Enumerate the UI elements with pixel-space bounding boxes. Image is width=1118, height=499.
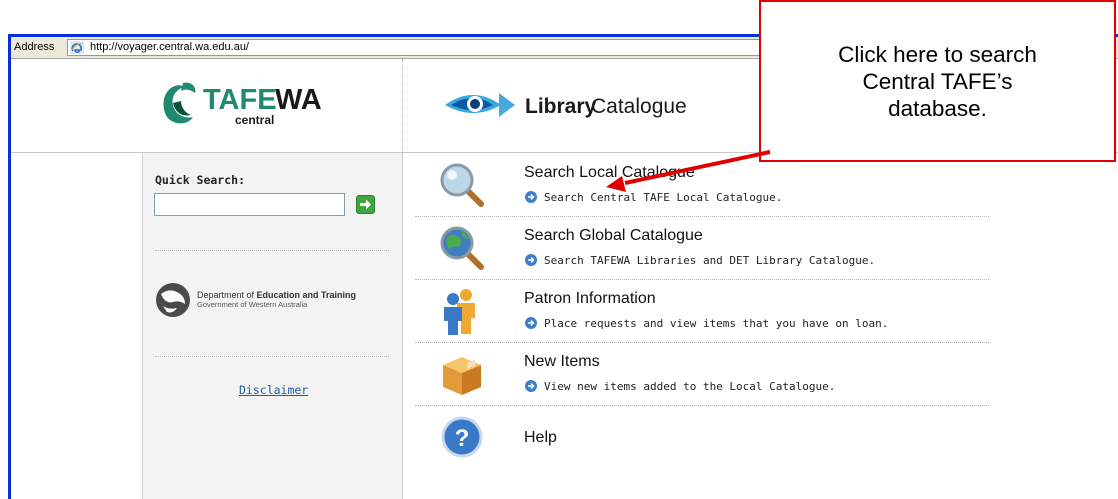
menu-item-patron-information[interactable]: Patron Information Place requests and vi… <box>415 282 995 342</box>
tafe-logo-sub: central <box>235 113 274 127</box>
menu-separator <box>415 216 989 217</box>
menu-description-text: View new items added to the Local Catalo… <box>544 380 836 393</box>
main-divider <box>402 153 403 499</box>
magnifier-icon <box>440 163 484 207</box>
menu-title[interactable]: Patron Information <box>524 290 656 308</box>
address-label: Address <box>14 41 55 53</box>
menu-separator <box>415 342 989 343</box>
quick-search-input[interactable] <box>154 193 345 216</box>
svg-text:?: ? <box>455 425 470 452</box>
library-logo-rest: Catalogue <box>591 95 687 118</box>
circle-arrow-icon <box>525 191 537 203</box>
annotation-callout: Click here to search Central TAFE’s data… <box>759 0 1116 162</box>
menu-item-new-items[interactable]: New Items View new items added to the Lo… <box>415 345 995 405</box>
tafe-logo-accent: WA <box>275 84 322 116</box>
arrow-right-icon <box>360 199 371 210</box>
menu-item-search-local[interactable]: Search Local Catalogue Search Central TA… <box>415 156 995 216</box>
globe-search-icon <box>440 226 484 270</box>
tafe-logo-text: TAFE <box>203 84 277 116</box>
menu-separator <box>415 279 989 280</box>
library-logo-bold: Library <box>525 95 597 118</box>
callout-text: Click here to search Central TAFE’s data… <box>838 41 1037 121</box>
dept-name-prefix: Department of <box>197 290 257 300</box>
sidebar-separator <box>155 356 389 357</box>
ie-icon <box>70 41 84 54</box>
library-catalogue-logo: Library Catalogue <box>445 93 687 118</box>
svg-text:Department of Education and Tr: Department of Education and Training <box>197 290 356 300</box>
circle-arrow-icon <box>525 317 537 329</box>
menu-title[interactable]: Help <box>524 429 557 447</box>
dept-government: Government of Western Australia <box>197 300 308 309</box>
sidebar-separator <box>155 250 389 251</box>
quick-search-go-button[interactable] <box>356 195 375 214</box>
patrons-icon <box>444 289 475 335</box>
quick-search-label: Quick Search: <box>155 173 246 187</box>
disclaimer-link[interactable]: Disclaimer <box>239 383 308 397</box>
menu-title[interactable]: Search Local Catalogue <box>524 164 695 182</box>
menu-separator <box>415 405 989 406</box>
sidebar: Quick Search: Department of Education an… <box>143 153 402 499</box>
menu-description-text: Search Central TAFE Local Catalogue. <box>544 191 783 204</box>
menu-description-text: Place requests and view items that you h… <box>544 317 889 330</box>
help-icon: ? <box>441 416 483 458</box>
department-logo: Department of Education and Training Gov… <box>156 283 356 317</box>
menu-title[interactable]: New Items <box>524 353 600 371</box>
circle-arrow-icon <box>525 380 537 392</box>
address-url: http://voyager.central.wa.edu.au/ <box>90 41 249 53</box>
circle-arrow-icon <box>525 254 537 266</box>
screenshot: Address http://voyager.central.wa.edu.au… <box>0 0 1118 499</box>
box-icon <box>443 357 481 395</box>
menu-description-text: Search TAFEWA Libraries and DET Library … <box>544 254 876 267</box>
menu-item-search-global[interactable]: Search Global Catalogue Search TAFEWA Li… <box>415 219 995 279</box>
header-divider <box>402 59 403 153</box>
menu-title[interactable]: Search Global Catalogue <box>524 227 703 245</box>
dept-name-bold: Education and Training <box>257 290 357 300</box>
tafe-wa-logo: TAFE WA central <box>163 82 322 127</box>
menu-item-help[interactable]: ? Help <box>415 408 995 468</box>
